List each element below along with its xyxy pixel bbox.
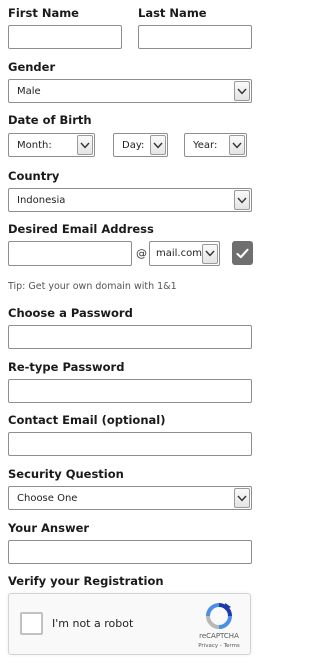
retype-password-label: Re-type Password xyxy=(8,360,125,374)
chevron-down-icon xyxy=(150,135,166,155)
recaptcha-checkbox[interactable] xyxy=(20,612,43,635)
dob-label: Date of Birth xyxy=(8,113,92,127)
domain-value: mail.com xyxy=(156,248,202,259)
retype-password-input[interactable] xyxy=(8,379,252,403)
day-select[interactable]: Day: xyxy=(113,133,168,157)
contact-email-input[interactable] xyxy=(8,432,252,456)
gender-select[interactable]: Male xyxy=(8,79,252,103)
domain-select[interactable]: mail.com xyxy=(149,241,220,266)
email-username-input[interactable] xyxy=(8,241,132,266)
recaptcha-brand: reCAPTCHA xyxy=(199,632,239,640)
answer-label: Your Answer xyxy=(8,521,90,535)
checkmark-icon xyxy=(236,248,249,258)
chevron-down-icon xyxy=(77,135,93,155)
country-label: Country xyxy=(8,169,60,183)
month-select[interactable]: Month: xyxy=(8,133,95,157)
first-name-input[interactable] xyxy=(8,25,122,49)
recaptcha-widget: I'm not a robot reCAPTCHA Privacy - Term… xyxy=(8,593,251,655)
first-name-label: First Name xyxy=(8,6,79,20)
password-input[interactable] xyxy=(8,325,252,349)
chevron-down-icon xyxy=(234,81,250,101)
recaptcha-label: I'm not a robot xyxy=(52,617,134,630)
day-value: Day: xyxy=(122,139,145,151)
last-name-input[interactable] xyxy=(138,25,252,49)
country-value: Indonesia xyxy=(17,194,66,206)
email-label: Desired Email Address xyxy=(8,222,154,236)
contact-email-label: Contact Email (optional) xyxy=(8,413,166,427)
security-question-select[interactable]: Choose One xyxy=(8,486,252,510)
chevron-down-icon xyxy=(229,135,245,155)
recaptcha-privacy-terms-link[interactable]: Privacy - Terms xyxy=(191,643,247,649)
at-sign: @ xyxy=(136,247,147,260)
verify-label: Verify your Registration xyxy=(8,574,164,588)
chevron-down-icon xyxy=(234,488,250,508)
chevron-down-icon xyxy=(234,190,250,210)
recaptcha-logo-icon xyxy=(206,603,232,629)
year-select[interactable]: Year: xyxy=(184,133,247,157)
gender-label: Gender xyxy=(8,60,56,74)
chevron-down-icon xyxy=(202,243,218,264)
check-availability-button[interactable] xyxy=(232,241,253,265)
password-label: Choose a Password xyxy=(8,306,133,320)
security-question-value: Choose One xyxy=(17,492,78,504)
gender-value: Male xyxy=(17,85,41,97)
domain-tip-text: Tip: Get your own domain with 1&1 xyxy=(8,281,177,292)
answer-input[interactable] xyxy=(8,540,252,564)
year-value: Year: xyxy=(193,139,218,151)
month-value: Month: xyxy=(17,139,52,151)
country-select[interactable]: Indonesia xyxy=(8,188,252,212)
last-name-label: Last Name xyxy=(138,6,207,20)
security-question-label: Security Question xyxy=(8,467,124,481)
